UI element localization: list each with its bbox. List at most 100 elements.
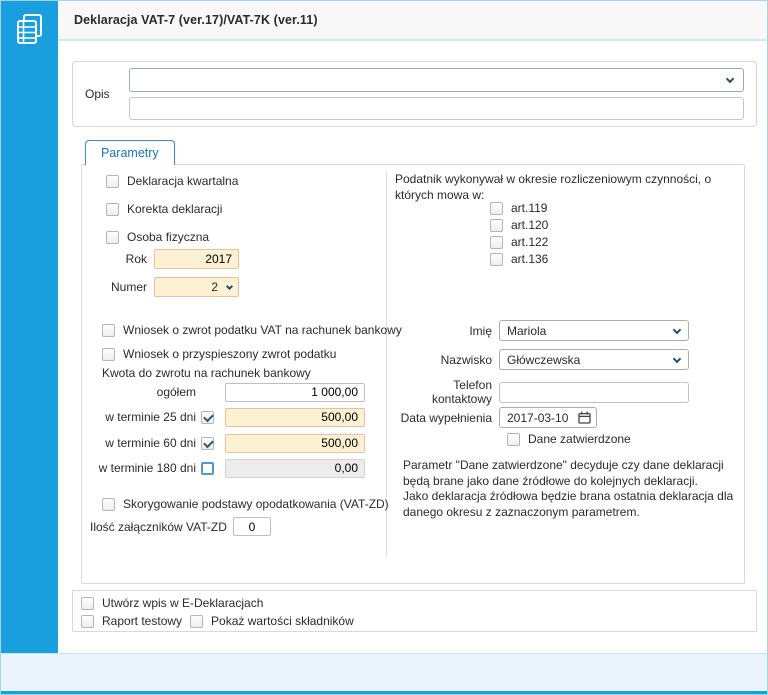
checkbox-label[interactable]: Wniosek o przyspieszony zwrot podatku [123, 347, 336, 361]
checkbox-label[interactable]: Dane zatwierdzone [528, 432, 631, 446]
terminie-180-label: w terminie 180 dni [98, 461, 196, 475]
numer-label: Numer [110, 280, 147, 294]
data-wypelnienia-row: Data wypełnienia 2017-03-10 [395, 407, 597, 428]
checkbox-vat-zd[interactable] [102, 497, 115, 511]
checkbox-terminie-180[interactable] [201, 461, 214, 475]
chevron-down-icon[interactable] [672, 325, 682, 335]
checkbox-row-korekta-deklaracji[interactable]: Korekta deklaracji [106, 202, 222, 216]
zalaczniki-label: Ilość załączników VAT-ZD [90, 519, 227, 534]
accent-sidebar [1, 1, 58, 694]
numer-row: Numer 2 [82, 277, 239, 297]
title-bar: Deklaracja VAT-7 (ver.17)/VAT-7K (ver.11… [58, 1, 767, 41]
checkbox-label[interactable]: Wniosek o zwrot podatku VAT na rachunek … [123, 323, 402, 337]
numer-value: 2 [211, 280, 218, 294]
checkbox-row-dane-zatwierdzone[interactable]: Dane zatwierdzone [507, 432, 631, 446]
nazwisko-label: Nazwisko [440, 352, 492, 367]
terminie-60-label: w terminie 60 dni [105, 436, 196, 450]
checkbox-row-art136[interactable]: art.136 [490, 252, 548, 266]
checkbox-label[interactable]: Deklaracja kwartalna [127, 174, 238, 188]
checkbox-deklaracja-kwartalna[interactable] [106, 174, 119, 188]
checkbox-label[interactable]: Utwórz wpis w E-Deklaracjach [102, 596, 263, 610]
chevron-down-icon[interactable] [225, 282, 234, 291]
checkbox-raport-testowy[interactable] [81, 614, 94, 628]
checkbox-pokaz-wartosci[interactable] [190, 614, 204, 628]
checkbox-dane-zatwierdzone[interactable] [507, 432, 520, 446]
checkbox-terminie-60[interactable] [201, 436, 214, 450]
footer-bar: ⚙ OK Anuluj [1, 653, 767, 693]
chevron-down-icon[interactable] [725, 74, 735, 84]
tab-parametry[interactable]: Parametry [85, 140, 175, 165]
kwota-section-header: Kwota do zwrotu na rachunek bankowy [102, 366, 311, 380]
checkbox-row-wniosek-zwrot[interactable]: Wniosek o zwrot podatku VAT na rachunek … [102, 323, 402, 337]
checkbox-label[interactable]: art.122 [511, 235, 548, 249]
telefon-row: Telefon kontaktowy [395, 378, 689, 406]
imie-dropdown[interactable]: Mariola [499, 320, 689, 341]
imie-label: Imię [469, 323, 492, 338]
opis-dropdown[interactable] [129, 68, 744, 92]
dane-zatwierdzone-note: Parametr "Dane zatwierdzone" decyduje cz… [403, 458, 734, 519]
nazwisko-dropdown[interactable]: Główczewska [499, 349, 689, 370]
ogolem-label: ogółem [156, 385, 196, 399]
checkbox-label[interactable]: Raport testowy [102, 614, 182, 628]
tab-parametry-label: Parametry [101, 146, 159, 160]
chevron-down-icon[interactable] [672, 354, 682, 364]
parametry-panel: Deklaracja kwartalna Korekta deklaracji … [81, 164, 745, 584]
zalaczniki-input[interactable] [232, 517, 271, 536]
checkbox-art120[interactable] [490, 218, 503, 232]
checkbox-row-art120[interactable]: art.120 [490, 218, 548, 232]
data-wypelnienia-input[interactable]: 2017-03-10 [499, 407, 597, 428]
checkbox-korekta-deklaracji[interactable] [106, 202, 119, 216]
checkbox-terminie-25[interactable] [201, 410, 214, 424]
checkbox-row-edeklaracje[interactable]: Utwórz wpis w E-Deklaracjach [81, 596, 263, 610]
terminie-25-input[interactable] [225, 407, 365, 427]
checkbox-label[interactable]: Osoba fizyczna [127, 230, 209, 244]
bottom-options-group: Utwórz wpis w E-Deklaracjach Raport test… [72, 590, 757, 632]
checkbox-edeklaracje[interactable] [81, 596, 94, 610]
checkbox-row-vat-zd[interactable]: Skorygowanie podstawy opodatkowania (VAT… [102, 497, 389, 511]
telefon-input[interactable] [499, 381, 689, 403]
terminie-60-input[interactable] [225, 433, 365, 453]
data-wypelnienia-label: Data wypełnienia [400, 410, 492, 425]
checkbox-row-art119[interactable]: art.119 [490, 201, 547, 215]
dialog-title: Deklaracja VAT-7 (ver.17)/VAT-7K (ver.11… [74, 13, 318, 27]
checkbox-row-wniosek-przyspieszony[interactable]: Wniosek o przyspieszony zwrot podatku [102, 347, 336, 361]
checkbox-row-deklaracja-kwartalna[interactable]: Deklaracja kwartalna [106, 174, 238, 188]
checkbox-row-osoba-fizyczna[interactable]: Osoba fizyczna [106, 230, 209, 244]
opis-text-input[interactable] [129, 97, 744, 120]
checkbox-label[interactable]: art.136 [511, 252, 548, 266]
imie-value: Mariola [507, 323, 547, 338]
checkbox-label[interactable]: art.120 [511, 218, 548, 232]
data-wypelnienia-value: 2017-03-10 [507, 410, 569, 425]
checkbox-art136[interactable] [490, 252, 503, 266]
terminie-25-row: w terminie 25 dni [96, 407, 365, 427]
terminie-60-row: w terminie 60 dni [96, 433, 365, 453]
checkbox-wniosek-przyspieszony[interactable] [102, 347, 115, 361]
imie-row: Imię Mariola [395, 320, 689, 341]
checkbox-label[interactable]: Skorygowanie podstawy opodatkowania (VAT… [123, 497, 389, 511]
rok-label: Rok [125, 252, 147, 266]
nazwisko-row: Nazwisko Główczewska [395, 349, 689, 370]
checkbox-row-raport-pokaz: Raport testowy Pokaż wartości składników [81, 614, 354, 628]
rok-input[interactable] [154, 249, 239, 269]
checkbox-label[interactable]: art.119 [511, 201, 547, 215]
checkbox-art119[interactable] [490, 201, 503, 215]
checkbox-label[interactable]: Pokaż wartości składników [211, 614, 354, 628]
checkbox-label[interactable]: Korekta deklaracji [127, 202, 222, 216]
opis-fields [129, 68, 744, 120]
terminie-180-row: w terminie 180 dni [96, 458, 365, 478]
zalaczniki-row: Ilość załączników VAT-ZD [90, 517, 271, 536]
ogolem-row: ogółem [96, 382, 365, 402]
terminie-25-label: w terminie 25 dni [105, 410, 196, 424]
nazwisko-value: Główczewska [507, 352, 581, 367]
checkbox-art122[interactable] [490, 235, 503, 249]
telefon-label: Telefon kontaktowy [431, 378, 492, 406]
calendar-icon[interactable] [578, 411, 591, 424]
checkbox-row-art122[interactable]: art.122 [490, 235, 548, 249]
checkbox-wniosek-zwrot[interactable] [102, 323, 115, 337]
terminie-180-input [225, 458, 365, 478]
checkbox-osoba-fizyczna[interactable] [106, 230, 119, 244]
vat7-declaration-dialog: Deklaracja VAT-7 (ver.17)/VAT-7K (ver.11… [0, 0, 768, 695]
dialog-bottom-accent [1, 691, 767, 694]
ogolem-input[interactable] [225, 382, 365, 402]
numer-dropdown[interactable]: 2 [154, 277, 239, 297]
